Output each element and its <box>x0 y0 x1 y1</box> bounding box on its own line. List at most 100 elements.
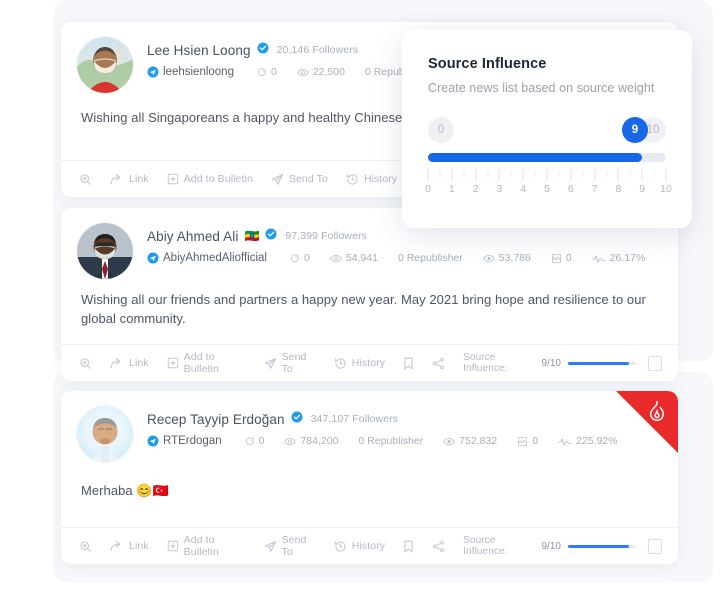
bookmark-icon <box>403 357 414 370</box>
history-clock-icon <box>334 540 347 553</box>
send-to-label: Send To <box>288 173 328 185</box>
history-label: History <box>351 357 386 369</box>
views-stat: 22,500 <box>297 66 345 78</box>
pulse-line-icon <box>558 436 572 447</box>
source-handle[interactable]: RTErdogan <box>147 435 222 447</box>
views-count: 22,500 <box>312 66 345 78</box>
bookmark-action[interactable] <box>403 540 414 553</box>
link-action[interactable]: Link <box>110 357 149 370</box>
source-influence-slider[interactable] <box>428 153 666 162</box>
share-nodes-icon <box>432 357 445 370</box>
poster-name: Abiy Ahmed Ali <box>147 228 239 244</box>
tick-minor <box>558 171 560 178</box>
media-grid-icon <box>517 436 528 447</box>
media-count: 0 <box>532 435 539 447</box>
eye-filled-icon <box>443 436 455 447</box>
send-to-label: Send To <box>281 351 307 375</box>
tick-major <box>522 169 524 180</box>
send-to-action[interactable]: Send To <box>271 173 328 186</box>
zoom-in-action[interactable] <box>79 173 92 186</box>
plus-box-icon <box>167 540 179 552</box>
source-influence-panel[interactable]: Source Influence Create news list based … <box>402 30 692 228</box>
history-action[interactable]: History <box>334 357 385 370</box>
verified-badge-icon <box>257 41 269 59</box>
tick-major <box>451 169 453 180</box>
share-action[interactable] <box>432 357 445 370</box>
source-handle[interactable]: leehsienloong <box>147 66 234 78</box>
source-handle[interactable]: AbiyAhmedAliofficial <box>147 252 267 264</box>
views-count: 784,200 <box>300 435 339 447</box>
history-label: History <box>351 540 386 552</box>
select-post-checkbox[interactable] <box>648 538 662 554</box>
inline-influence-label: Source Influence: <box>463 535 508 557</box>
pulse-line-icon <box>591 253 606 264</box>
post-text: Wishing all our friends and partners a h… <box>81 292 646 326</box>
tick-minor <box>629 171 631 178</box>
comments-stat: 0 <box>289 252 310 264</box>
comments-count: 0 <box>303 252 310 264</box>
tick-major <box>641 169 643 180</box>
add-to-bulletin-label: Add to Bulletin <box>183 173 253 185</box>
poster-identity: Recep Tayyip Erdoğan 347,107 Followers <box>147 410 678 428</box>
views-stat: 784,200 <box>284 435 338 447</box>
post-header: Recep Tayyip Erdoğan 347,107 Followers R… <box>61 391 678 462</box>
tick-label: 7 <box>591 183 598 195</box>
inline-source-influence: Source Influence: 9/10 <box>463 352 637 374</box>
link-action[interactable]: Link <box>110 540 149 553</box>
link-action[interactable]: Link <box>110 173 149 186</box>
reach-stat: 752,832 <box>443 435 497 447</box>
tick-major <box>617 169 619 180</box>
post-card[interactable]: Abiy Ahmed Ali 🇪🇹 97,399 Followers AbiyA… <box>61 208 678 381</box>
tick-minor <box>463 171 465 178</box>
send-to-action[interactable]: Send To <box>264 351 316 375</box>
history-action[interactable]: History <box>346 173 397 186</box>
comment-bubble-icon <box>244 436 255 447</box>
eye-filled-icon <box>483 253 495 264</box>
republisher-count: 0 Republisher <box>358 435 424 447</box>
bookmark-action[interactable] <box>403 357 414 370</box>
send-to-label: Send To <box>281 534 307 558</box>
post-meta: Abiy Ahmed Ali 🇪🇹 97,399 Followers AbiyA… <box>133 223 678 264</box>
zoom-in-action[interactable] <box>79 357 92 370</box>
poster-identity: Abiy Ahmed Ali 🇪🇹 97,399 Followers <box>147 227 678 245</box>
avatar[interactable] <box>77 37 133 93</box>
comment-bubble-icon <box>289 253 300 264</box>
country-flag-icon: 🇪🇹 <box>244 229 260 243</box>
source-handle-label: RTErdogan <box>163 435 222 447</box>
inline-influence-track[interactable] <box>567 361 637 365</box>
add-to-bulletin-action[interactable]: Add to Bulletin <box>167 534 246 558</box>
media-stat: 0 <box>517 435 538 447</box>
send-to-action[interactable]: Send To <box>264 534 316 558</box>
media-grid-icon <box>551 253 562 264</box>
avatar[interactable] <box>77 223 133 279</box>
select-post-checkbox[interactable] <box>648 355 662 371</box>
link-label: Link <box>129 173 149 185</box>
avatar[interactable] <box>77 406 133 462</box>
slider-current-bubble[interactable]: 9 <box>622 117 648 143</box>
share-action[interactable] <box>432 540 445 553</box>
add-to-bulletin-action[interactable]: Add to Bulletin <box>167 173 253 185</box>
zoom-in-action[interactable] <box>79 540 92 553</box>
flame-icon <box>649 400 665 422</box>
slider-min-bubble: 0 <box>428 117 454 143</box>
post-text: Merhaba 😊🇹🇷 <box>81 483 169 498</box>
poster-name: Lee Hsien Loong <box>147 42 251 58</box>
zoom-in-icon <box>79 173 92 186</box>
post-card[interactable]: Recep Tayyip Erdoğan 347,107 Followers R… <box>61 391 678 564</box>
bookmark-icon <box>403 540 414 553</box>
inline-influence-track[interactable] <box>567 544 637 548</box>
add-to-bulletin-action[interactable]: Add to Bulletin <box>167 351 246 375</box>
tick-major <box>427 169 429 180</box>
tick-label: 1 <box>448 183 455 195</box>
comment-bubble-icon <box>256 67 267 78</box>
republisher-stat: 0 Republisher <box>358 435 423 447</box>
plus-box-icon <box>167 173 179 185</box>
eye-outline-icon <box>330 253 342 264</box>
tick-minor <box>653 171 655 178</box>
followers-count: 20,146 Followers <box>276 44 359 56</box>
tick-label: 8 <box>615 183 622 195</box>
inline-influence-fill <box>567 361 630 365</box>
history-clock-icon <box>346 173 359 186</box>
add-to-bulletin-label: Add to Bulletin <box>183 351 219 375</box>
history-action[interactable]: History <box>334 540 385 553</box>
